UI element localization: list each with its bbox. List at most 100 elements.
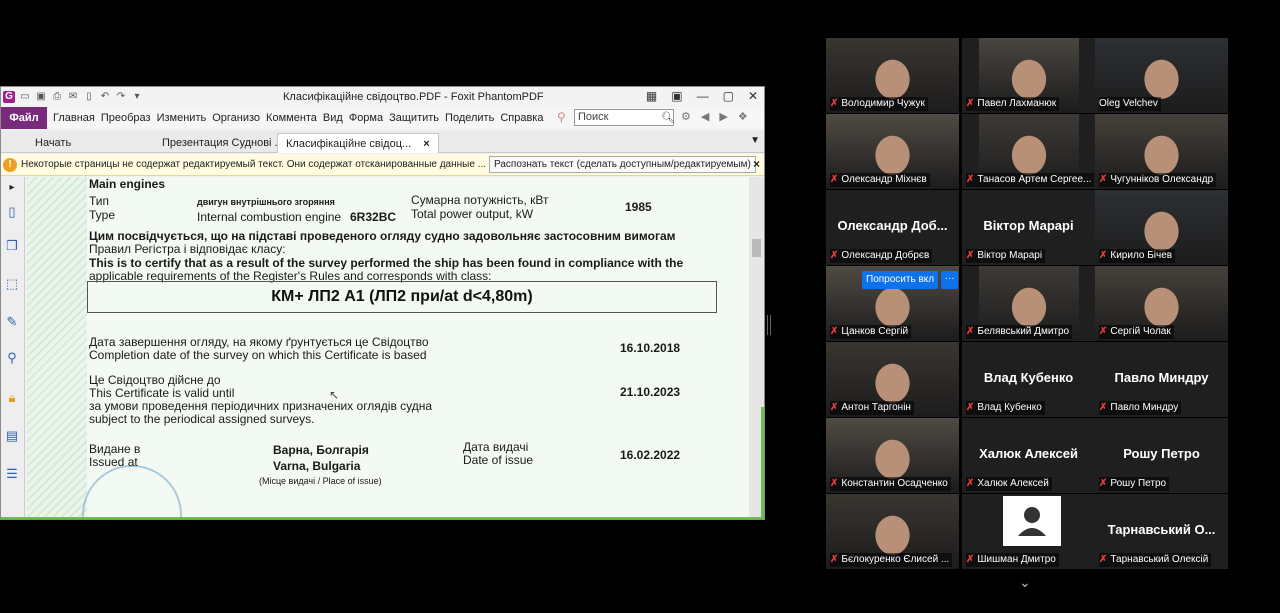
participant-tile[interactable]: Oleg Velchev [1095, 38, 1228, 113]
screen: G ▭ ▣ ⎙ ✉ ▯ ↶ ↷ ▾ Класифікаційне свідоцт… [0, 0, 1280, 613]
undo-icon[interactable]: ↶ [99, 91, 111, 103]
participant-display-name: Олександр Доб... [837, 218, 948, 233]
forward-icon[interactable]: ▶ [719, 110, 727, 123]
mic-muted-icon: ✗ [830, 478, 839, 489]
chevron-down-icon[interactable]: ⌄ [1019, 574, 1031, 591]
menu-protect[interactable]: Защитить [389, 112, 439, 124]
layers-icon[interactable]: ❐ [3, 237, 21, 255]
participant-name: Цанков Сергій [841, 326, 909, 337]
print-icon[interactable]: ⎙ [51, 91, 63, 103]
comments-icon[interactable]: ✎ [3, 313, 21, 331]
maximize-icon[interactable]: ▢ [723, 89, 734, 103]
menu-form[interactable]: Форма [349, 112, 383, 124]
minimize-icon[interactable]: — [697, 89, 709, 103]
mic-muted-icon: ✗ [966, 478, 975, 489]
participant-tile[interactable]: ✗ Шишман Дмитро [962, 494, 1095, 569]
participant-tile[interactable]: Олександр Доб... ✗ Олександр Добрєв [826, 190, 959, 265]
class-notation-box: КМ+ ЛП2 А1 (ЛП2 при/at d<4,80m) [87, 281, 717, 313]
mic-muted-icon: ✗ [830, 326, 839, 337]
mic-muted-icon: ✗ [1099, 250, 1108, 261]
participant-name: Олександр Міхнєв [841, 174, 927, 185]
tabs-dropdown-icon[interactable]: ▼ [750, 135, 760, 146]
menu-convert[interactable]: Преобраз [101, 112, 151, 124]
restore-icon[interactable]: ▣ [671, 89, 682, 103]
participant-display-name: Влад Кубенко [983, 370, 1074, 385]
new-icon[interactable]: ▯ [83, 91, 95, 103]
menu-comment[interactable]: Коммента [266, 112, 317, 124]
participant-tile[interactable]: Попросить вкл ··· ✗ Цанков Сергій [826, 266, 959, 341]
doc-issue-date: 16.02.2022 [620, 448, 681, 462]
attachments-icon[interactable]: ⚲ [3, 349, 21, 367]
tab-certificate[interactable]: Класифікаційне свідоц... × [277, 133, 439, 153]
tab-presentation[interactable]: Презентация Суднові ... [154, 133, 292, 153]
mic-muted-icon: ✗ [966, 174, 975, 185]
back-icon[interactable]: ◀ [701, 110, 709, 123]
bookmarks-icon[interactable]: ⬚ [3, 275, 21, 293]
signatures-icon[interactable]: ▤ [3, 427, 21, 445]
menu-share[interactable]: Поделить [445, 112, 494, 124]
tab-start[interactable]: Начать [27, 133, 79, 153]
participant-name: Бєлокуренко Єлисей ... [841, 554, 950, 565]
mic-muted-icon: ✗ [966, 250, 975, 261]
doc-place-en: Varna, Bulgaria [273, 459, 361, 473]
participant-display-name: Тарнавський О... [1107, 522, 1216, 537]
recognize-text-button[interactable]: Распознать текст (сделать доступным/реда… [489, 156, 756, 173]
open-icon[interactable]: ▭ [19, 91, 31, 103]
participant-tile[interactable]: ✗ Павел Лахманюк [962, 38, 1095, 113]
security-lock-icon[interactable]: 🔒︎ [3, 389, 21, 407]
ribbon-toggle-icon[interactable]: ▦ [646, 89, 657, 103]
more-options-button[interactable]: ··· [941, 271, 958, 289]
participant-tile[interactable]: Тарнавський О... ✗ Тарнавський Олексій [1095, 494, 1228, 569]
participant-tile[interactable]: Влад Кубенко ✗ Влад Кубенко [962, 342, 1095, 417]
participant-tile[interactable]: Віктор Марарі ✗ Віктор Марарі [962, 190, 1095, 265]
expand-icon[interactable]: ❖ [738, 110, 748, 123]
ask-to-unmute-button[interactable]: Попросить вкл [862, 271, 939, 289]
participant-tile[interactable]: ✗ Чугунніков Олександр [1095, 114, 1228, 189]
scrollbar-thumb[interactable] [752, 239, 761, 257]
settings-icon[interactable]: ⚙ [681, 110, 691, 123]
participant-name: Антон Таргонін [841, 402, 911, 413]
mic-muted-icon: ✗ [830, 250, 839, 261]
participant-name: Oleg Velchev [1099, 98, 1158, 109]
redo-icon[interactable]: ↷ [115, 91, 127, 103]
mic-muted-icon: ✗ [1099, 554, 1108, 565]
participant-name-label: ✗ Тарнавський Олексій [1099, 553, 1212, 567]
menu-help[interactable]: Справка [500, 112, 543, 124]
find-icon[interactable]: ⚲ [557, 110, 566, 124]
menu-file[interactable]: Файл [1, 107, 47, 129]
participant-tile[interactable]: ✗ Танасов Артем Сергее... [962, 114, 1095, 189]
close-icon[interactable]: ✕ [748, 89, 758, 103]
participant-tile[interactable]: Павло Миндру ✗ Павло Миндру [1095, 342, 1228, 417]
doc-completion-date: 16.10.2018 [620, 341, 681, 355]
participant-tile[interactable]: ✗ Сергій Чолак [1095, 266, 1228, 341]
menu-home[interactable]: Главная [53, 112, 95, 124]
search-input[interactable]: Поиск [574, 109, 674, 126]
participant-name-label: ✗ Володимир Чужук [830, 97, 928, 111]
menu-view[interactable]: Вид [323, 112, 343, 124]
customize-icon[interactable]: ▾ [131, 91, 143, 103]
menu-organize[interactable]: Организо [212, 112, 260, 124]
participant-display-name: Рошу Петро [1123, 446, 1200, 461]
participant-tile[interactable]: ✗ Бєлокуренко Єлисей ... [826, 494, 959, 569]
participant-tile[interactable]: ✗ Олександр Міхнєв [826, 114, 959, 189]
expand-panel-icon[interactable]: ▸ [3, 179, 21, 197]
participant-tile[interactable]: Халюк Алексей ✗ Халюк Алексей [962, 418, 1095, 493]
participant-tile[interactable]: ✗ Володимир Чужук [826, 38, 959, 113]
participant-tile[interactable]: ✗ Белявський Дмитро [962, 266, 1095, 341]
save-icon[interactable]: ▣ [35, 91, 47, 103]
email-icon[interactable]: ✉ [67, 91, 79, 103]
menu-edit[interactable]: Изменить [157, 112, 207, 124]
participant-tile[interactable]: ✗ Антон Таргонін [826, 342, 959, 417]
pages-icon[interactable]: ▯ [3, 203, 21, 221]
participant-tile[interactable]: ✗ Кирило Бічев [1095, 190, 1228, 265]
participant-tile[interactable]: ✗ Константин Осадченко [826, 418, 959, 493]
doc-condition-ua: за умови проведення періодичних призначе… [89, 399, 433, 413]
content-icon[interactable]: ☰ [3, 465, 21, 483]
notification-close-icon[interactable]: × [753, 157, 760, 171]
participant-tile[interactable]: Рошу Петро ✗ Рошу Петро [1095, 418, 1228, 493]
participant-name: Рошу Петро [1110, 478, 1167, 489]
doc-certify-ua-1: Цим посвідчується, що на підставі провед… [89, 229, 676, 243]
tab-close-icon[interactable]: × [423, 138, 429, 150]
view-splitter-handle[interactable] [767, 315, 771, 335]
search-icon[interactable]: 🔍︎ [661, 111, 675, 124]
